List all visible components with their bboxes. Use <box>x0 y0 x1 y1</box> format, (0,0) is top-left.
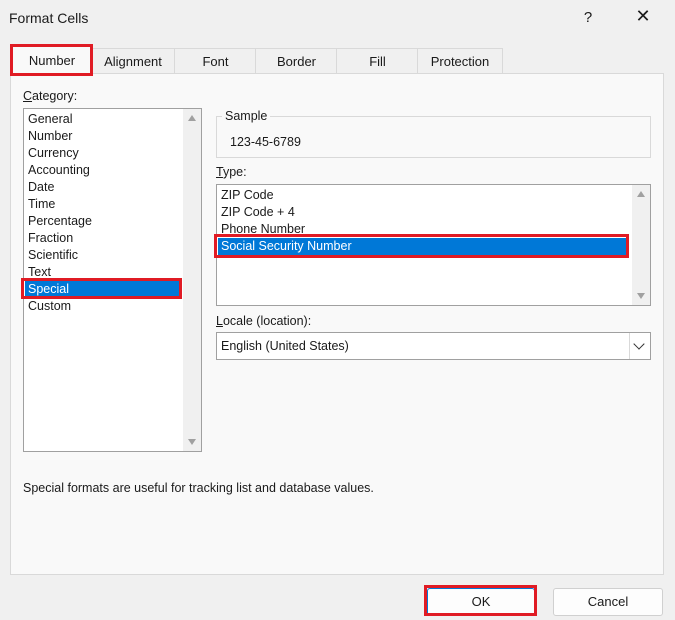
type-scrollbar[interactable] <box>632 185 650 305</box>
category-item-general[interactable]: General <box>28 111 72 128</box>
locale-value: English (United States) <box>221 339 349 353</box>
chevron-down-icon <box>633 338 645 350</box>
scroll-down-icon[interactable] <box>188 439 196 445</box>
scroll-up-icon[interactable] <box>188 115 196 121</box>
category-item-percentage[interactable]: Percentage <box>28 213 92 230</box>
tab-border[interactable]: Border <box>255 48 338 74</box>
category-item-special[interactable]: Special <box>25 281 179 298</box>
category-item-date[interactable]: Date <box>28 179 54 196</box>
category-label-mnemonic: C <box>23 89 33 103</box>
category-item-text[interactable]: Text <box>28 264 51 281</box>
category-item-scientific[interactable]: Scientific <box>28 247 78 264</box>
locale-select[interactable]: English (United States) <box>216 332 651 360</box>
type-item-phone-number[interactable]: Phone Number <box>221 221 305 238</box>
type-item-ssn[interactable]: Social Security Number <box>218 238 628 255</box>
title-bar: Format Cells ? ✕ <box>0 0 675 36</box>
ok-button[interactable]: OK <box>427 588 535 616</box>
category-item-fraction[interactable]: Fraction <box>28 230 73 247</box>
type-label: Type: <box>216 165 247 179</box>
cancel-button[interactable]: Cancel <box>553 588 663 616</box>
category-label: Category: <box>23 89 77 103</box>
type-item-zip-code[interactable]: ZIP Code <box>221 187 274 204</box>
type-list[interactable]: ZIP Code ZIP Code + 4 Phone Number Socia… <box>216 184 651 306</box>
sample-value: 123-45-6789 <box>230 135 301 149</box>
locale-label: Locale (location): <box>216 314 311 328</box>
tab-font[interactable]: Font <box>174 48 257 74</box>
category-item-time[interactable]: Time <box>28 196 55 213</box>
category-item-currency[interactable]: Currency <box>28 145 79 162</box>
dialog-title: Format Cells <box>9 10 89 26</box>
sample-label: Sample <box>222 109 271 123</box>
category-list[interactable]: General Number Currency Accounting Date … <box>23 108 202 452</box>
type-item-zip-code-4[interactable]: ZIP Code + 4 <box>221 204 295 221</box>
tab-number[interactable]: Number <box>12 46 92 74</box>
category-item-custom[interactable]: Custom <box>28 298 71 315</box>
format-description: Special formats are useful for tracking … <box>23 481 374 495</box>
locale-dropdown-button[interactable] <box>629 333 650 359</box>
close-button[interactable]: ✕ <box>632 6 654 27</box>
format-cells-dialog: Format Cells ? ✕ Number Alignment Font B… <box>0 0 675 620</box>
tab-alignment[interactable]: Alignment <box>90 48 176 74</box>
category-item-number[interactable]: Number <box>28 128 72 145</box>
locale-label-rest: ocale (location): <box>222 314 312 328</box>
tab-strip: Number Alignment Font Border Fill Protec… <box>10 46 670 74</box>
scroll-down-icon[interactable] <box>637 293 645 299</box>
category-item-accounting[interactable]: Accounting <box>28 162 90 179</box>
tab-fill[interactable]: Fill <box>336 48 419 74</box>
scroll-up-icon[interactable] <box>637 191 645 197</box>
locale-label-mnemonic: L <box>216 314 223 328</box>
type-label-mnemonic: T <box>216 165 223 179</box>
tab-protection[interactable]: Protection <box>417 48 503 74</box>
help-button[interactable]: ? <box>578 9 598 26</box>
category-label-rest: ategory: <box>32 89 78 103</box>
type-label-rest: ype: <box>222 165 247 179</box>
category-scrollbar[interactable] <box>183 109 201 451</box>
